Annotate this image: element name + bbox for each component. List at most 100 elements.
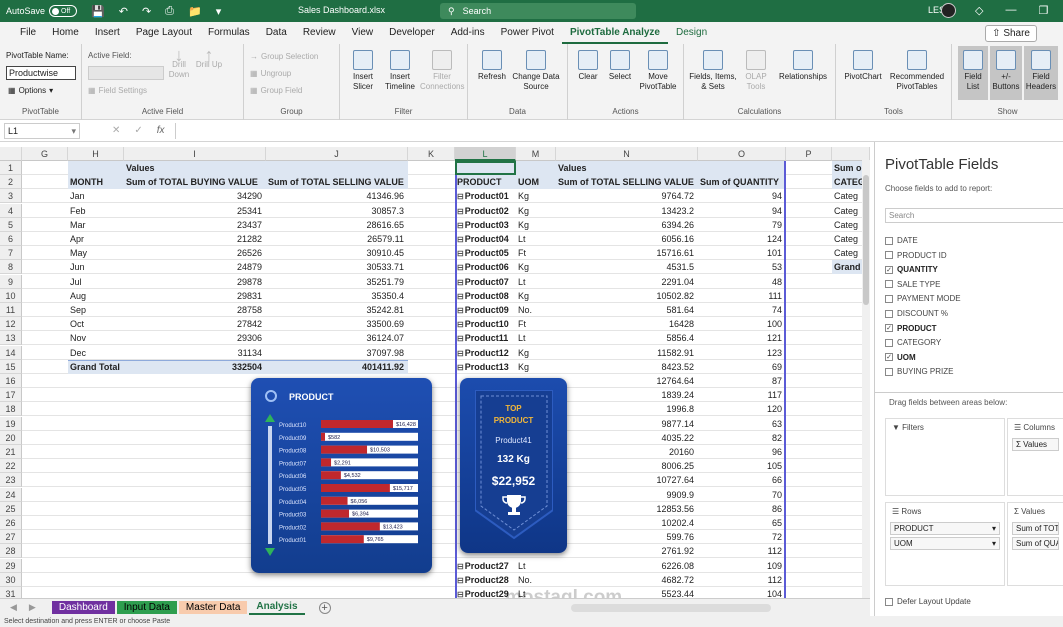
pivot1-buying-cell[interactable]: 29306 — [124, 331, 266, 345]
row-header[interactable]: 22 — [0, 459, 22, 474]
pivot1-selling-cell[interactable]: 35242.81 — [266, 303, 408, 317]
rows-area[interactable]: ☰ Rows PRODUCT ▾ UOM ▾ — [885, 502, 1005, 586]
pivot1-selling-cell[interactable]: 30857.3 — [266, 204, 408, 218]
pivot2-quantity-cell[interactable]: 79 — [698, 218, 786, 232]
column-header-l[interactable]: L — [455, 147, 516, 161]
pivot2-selling-cell[interactable]: 6226.08 — [556, 559, 698, 573]
pivot1-month-cell[interactable]: Jul — [68, 275, 124, 289]
olap-tools-button[interactable]: OLAP Tools — [738, 50, 774, 92]
pivot2-quantity-cell[interactable]: 123 — [698, 346, 786, 360]
move-pivottable-button[interactable]: Move PivotTable — [636, 50, 680, 92]
field-checkbox[interactable] — [885, 338, 893, 347]
pivot1-month-cell[interactable]: Dec — [68, 346, 124, 360]
pivot1-month-cell[interactable]: Feb — [68, 204, 124, 218]
row-header[interactable]: 15 — [0, 359, 22, 374]
row-header[interactable]: 20 — [0, 430, 22, 445]
collapse-icon[interactable]: ⊟ — [457, 278, 464, 287]
redo-icon[interactable]: ↷ — [142, 5, 151, 18]
pivot1-month-cell[interactable]: Apr — [68, 232, 124, 246]
pivot2-selling-cell[interactable]: 2761.92 — [556, 544, 698, 558]
pivot2-header-1[interactable]: UOM — [516, 175, 556, 189]
pivot2-product-cell[interactable]: ⊟Product12 — [455, 346, 516, 360]
row-header[interactable]: 12 — [0, 317, 22, 332]
pivot2-product-cell[interactable]: ⊟Product03 — [455, 218, 516, 232]
row-header[interactable]: 4 — [0, 203, 22, 218]
sheet-tab-input-data[interactable]: Input Data — [116, 601, 177, 614]
insert-slicer-button[interactable]: Insert Slicer — [346, 50, 380, 92]
pivot1-selling-cell[interactable]: 30910.45 — [266, 246, 408, 260]
pivot1-values-label[interactable]: Values — [124, 161, 266, 175]
values-item-quantity[interactable]: Sum of QUA — [1012, 537, 1059, 550]
group-selection-button[interactable]: → Group Selection — [250, 52, 318, 61]
pivot2-quantity-cell[interactable]: 124 — [698, 232, 786, 246]
pivot1-month-cell[interactable]: Jan — [68, 189, 124, 203]
pivot2-selling-cell[interactable]: 20160 — [556, 445, 698, 459]
pivot1-selling-cell[interactable]: 35251.79 — [266, 275, 408, 289]
pivot2-product-cell[interactable]: ⊟Product06 — [455, 260, 516, 274]
pivot2-quantity-cell[interactable]: 109 — [698, 559, 786, 573]
pivot2-quantity-cell[interactable]: 74 — [698, 303, 786, 317]
rows-item-product[interactable]: PRODUCT ▾ — [890, 522, 1000, 535]
tab-insert[interactable]: Insert — [87, 22, 128, 44]
pivot2-header-0[interactable]: PRODUCT — [455, 175, 516, 189]
pivot2-selling-cell[interactable]: 9764.72 — [556, 189, 698, 203]
column-header-g[interactable]: G — [22, 147, 68, 161]
collapse-icon[interactable]: ⊟ — [457, 320, 464, 329]
collapse-icon[interactable]: ⊟ — [457, 590, 464, 598]
tab-developer[interactable]: Developer — [381, 22, 443, 44]
pivot1-month-cell[interactable]: May — [68, 246, 124, 260]
pivot1-month-cell[interactable]: Jun — [68, 260, 124, 274]
collapse-icon[interactable]: ⊟ — [457, 363, 464, 372]
tab-view[interactable]: View — [344, 22, 382, 44]
pivot2-product-cell[interactable]: ⊟Product01 — [455, 189, 516, 203]
product-slicer-scroll[interactable] — [265, 414, 275, 558]
pivot2-quantity-cell[interactable]: 101 — [698, 246, 786, 260]
pivot1-selling-cell[interactable]: 37097.98 — [266, 346, 408, 360]
pivot1-buying-cell[interactable]: 31134 — [124, 346, 266, 360]
pivot2-uom-cell[interactable]: Lt — [516, 275, 556, 289]
row-header[interactable]: 2 — [0, 175, 22, 190]
rows-item-uom[interactable]: UOM ▾ — [890, 537, 1000, 550]
pivot2-uom-cell[interactable]: No. — [516, 303, 556, 317]
field-buying-prize[interactable]: BUYING PRIZE — [885, 367, 953, 376]
row-header[interactable]: 14 — [0, 345, 22, 360]
pivot2-uom-cell[interactable]: Lt — [516, 331, 556, 345]
pivot2-selling-cell[interactable]: 4682.72 — [556, 573, 698, 587]
pivot1-selling-cell[interactable]: 35350.4 — [266, 289, 408, 303]
pivot2-product-cell[interactable]: ⊟Product27 — [455, 559, 516, 573]
pivot2-quantity-cell[interactable]: 121 — [698, 331, 786, 345]
columns-values-item[interactable]: Σ Values — [1012, 438, 1059, 451]
pivottable-name-input[interactable]: Productwise — [6, 66, 76, 80]
pivot2-quantity-cell[interactable]: 66 — [698, 473, 786, 487]
field-settings-button[interactable]: ▦ Field Settings — [88, 86, 147, 95]
pivot2-selling-cell[interactable]: 12853.56 — [556, 502, 698, 516]
pivot2-quantity-cell[interactable]: 48 — [698, 275, 786, 289]
pivot2-quantity-cell[interactable]: 87 — [698, 374, 786, 388]
pivot1-selling-cell[interactable]: 28616.65 — [266, 218, 408, 232]
pivot2-selling-cell[interactable]: 12764.64 — [556, 374, 698, 388]
row-header[interactable]: 17 — [0, 388, 22, 403]
row-header[interactable]: 13 — [0, 331, 22, 346]
pivot2-quantity-cell[interactable]: 70 — [698, 488, 786, 502]
pivot1-buying-cell[interactable]: 27842 — [124, 317, 266, 331]
pivot2-uom-cell[interactable]: Kg — [516, 204, 556, 218]
pivot2-selling-cell[interactable]: 10727.64 — [556, 473, 698, 487]
search-box[interactable]: ⚲ Search — [440, 3, 636, 19]
autosave[interactable]: AutoSave Off — [6, 5, 78, 17]
pivot2-selling-cell[interactable]: 4531.5 — [556, 260, 698, 274]
tab-file[interactable]: File — [12, 22, 44, 44]
change-data-source-button[interactable]: Change Data Source — [510, 50, 562, 92]
column-header-p[interactable]: P — [786, 147, 832, 161]
scrollbar-thumb[interactable] — [863, 175, 869, 305]
pivot2-product-cell[interactable]: ⊟Product28 — [455, 573, 516, 587]
row-header[interactable]: 29 — [0, 558, 22, 573]
avatar[interactable] — [941, 3, 956, 18]
pivot2-uom-cell[interactable]: Ft — [516, 317, 556, 331]
pivot2-header-3[interactable]: Sum of QUANTITY — [698, 175, 786, 189]
pivot2-quantity-cell[interactable]: 86 — [698, 502, 786, 516]
tab-scroll-right-icon[interactable]: ▶ — [29, 602, 36, 613]
pivot2-selling-cell[interactable]: 5856.4 — [556, 331, 698, 345]
field-list-button[interactable]: Field List — [958, 46, 988, 100]
pivot2-quantity-cell[interactable]: 96 — [698, 445, 786, 459]
field-quantity[interactable]: ✓ QUANTITY — [885, 265, 938, 274]
